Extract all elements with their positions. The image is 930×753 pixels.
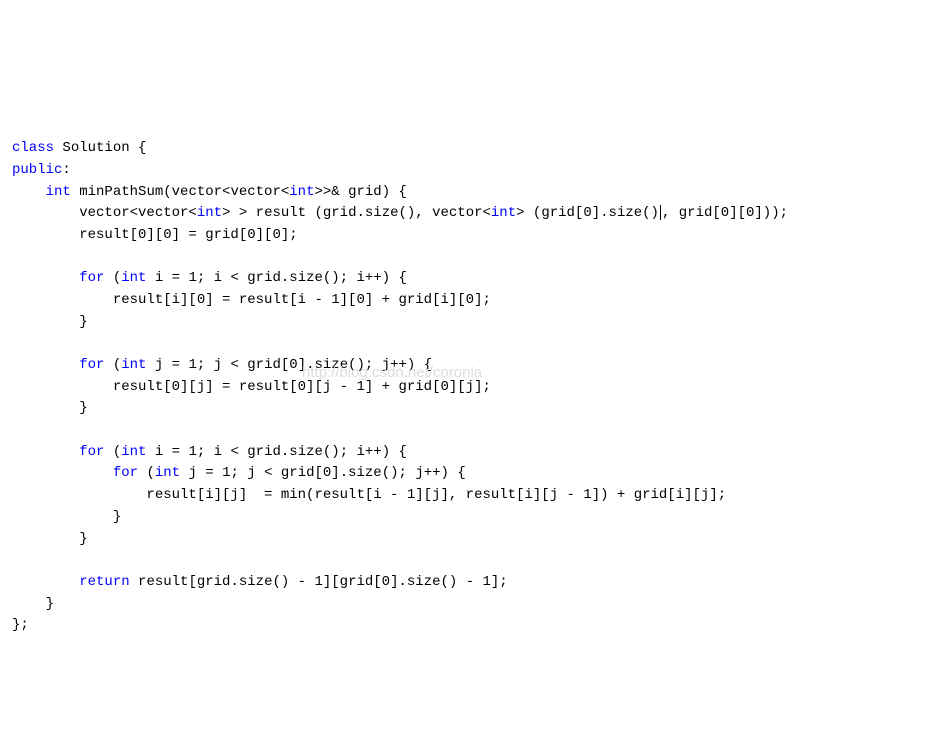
text: > (grid[ bbox=[516, 205, 583, 221]
code-line-13: } bbox=[12, 400, 88, 416]
text: ][ bbox=[729, 205, 746, 221]
num: 0 bbox=[583, 205, 591, 221]
code-line-8: result[i][0] = result[i - 1][0] + grid[i… bbox=[12, 292, 491, 308]
text: ( bbox=[104, 444, 121, 460]
text: i = 1; i < grid.size(); i++) { bbox=[146, 444, 406, 460]
code-line-3: int minPathSum(vector<vector<int>>& grid… bbox=[12, 184, 407, 200]
num: 0 bbox=[721, 205, 729, 221]
code-line-4: vector<vector<int> > result (grid.size()… bbox=[12, 205, 788, 221]
keyword-for: for bbox=[79, 270, 104, 286]
text: ( bbox=[104, 357, 121, 373]
code-block: http://blog.csdn.net/coronia class Solut… bbox=[12, 95, 918, 637]
code-line-18: } bbox=[12, 509, 121, 525]
text: vector<vector< bbox=[12, 205, 197, 221]
keyword-int: int bbox=[491, 205, 516, 221]
text: , grid[ bbox=[662, 205, 721, 221]
code-line-1: class Solution { bbox=[12, 140, 146, 156]
text: ])); bbox=[754, 205, 788, 221]
keyword-int: int bbox=[121, 357, 146, 373]
keyword-int: int bbox=[155, 465, 180, 481]
keyword-for: for bbox=[113, 465, 138, 481]
keyword-return: return bbox=[79, 574, 129, 590]
keyword-class: class bbox=[12, 140, 54, 156]
code-line-2: public: bbox=[12, 162, 71, 178]
text: >>& grid) { bbox=[314, 184, 406, 200]
code-line-21: return result[grid.size() - 1][grid[0].s… bbox=[12, 574, 508, 590]
text: j = 1; j < grid[0].size(); j++) { bbox=[180, 465, 466, 481]
indent bbox=[12, 465, 113, 481]
keyword-int: int bbox=[197, 205, 222, 221]
text: minPathSum(vector<vector< bbox=[71, 184, 289, 200]
code-line-17: result[i][j] = min(result[i - 1][j], res… bbox=[12, 487, 726, 503]
code-line-7: for (int i = 1; i < grid.size(); i++) { bbox=[12, 270, 407, 286]
code-line-23: }; bbox=[12, 617, 29, 633]
code-line-22: } bbox=[12, 596, 54, 612]
keyword-int: int bbox=[121, 444, 146, 460]
code-line-12: result[0][j] = result[0][j - 1] + grid[0… bbox=[12, 379, 491, 395]
keyword-int: int bbox=[289, 184, 314, 200]
code-line-5: result[0][0] = grid[0][0]; bbox=[12, 227, 298, 243]
text: ( bbox=[104, 270, 121, 286]
text: Solution { bbox=[54, 140, 146, 156]
keyword-int: int bbox=[121, 270, 146, 286]
text: ].size() bbox=[592, 205, 659, 221]
text: : bbox=[62, 162, 70, 178]
text: > > result (grid.size(), vector< bbox=[222, 205, 491, 221]
text: i = 1; i < grid.size(); i++) { bbox=[146, 270, 406, 286]
code-line-19: } bbox=[12, 531, 88, 547]
text: result[grid.size() - 1][grid[0].size() -… bbox=[130, 574, 508, 590]
code-line-15: for (int i = 1; i < grid.size(); i++) { bbox=[12, 444, 407, 460]
keyword-for: for bbox=[79, 357, 104, 373]
indent bbox=[12, 574, 79, 590]
keyword-for: for bbox=[79, 444, 104, 460]
indent bbox=[12, 270, 79, 286]
keyword-int: int bbox=[46, 184, 71, 200]
indent bbox=[12, 184, 46, 200]
text: ( bbox=[138, 465, 155, 481]
indent bbox=[12, 444, 79, 460]
text: j = 1; j < grid[0].size(); j++) { bbox=[146, 357, 432, 373]
text-cursor bbox=[660, 205, 661, 220]
keyword-public: public bbox=[12, 162, 62, 178]
code-line-16: for (int j = 1; j < grid[0].size(); j++)… bbox=[12, 465, 466, 481]
code-line-9: } bbox=[12, 314, 88, 330]
code-line-11: for (int j = 1; j < grid[0].size(); j++)… bbox=[12, 357, 432, 373]
indent bbox=[12, 357, 79, 373]
